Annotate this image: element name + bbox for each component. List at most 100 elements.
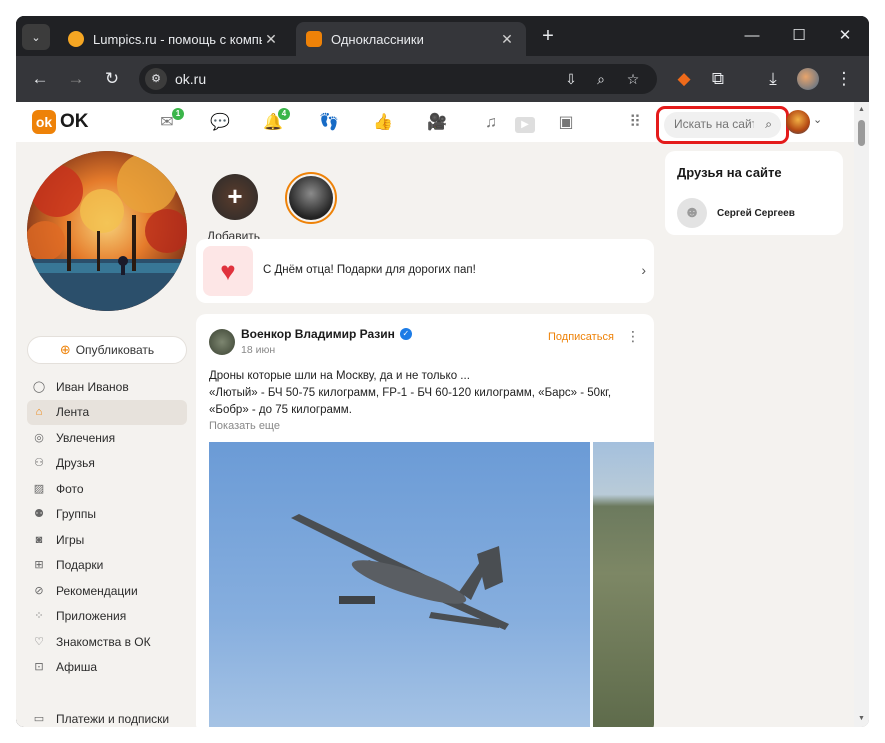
install-app-button[interactable]: ⇩	[561, 69, 581, 89]
close-window-button[interactable]: ✕	[825, 24, 865, 48]
bookmark-button[interactable]: ☆	[623, 69, 643, 89]
promo-banner[interactable]: ♥ С Днём отца! Подарки для дорогих пап! …	[196, 239, 654, 303]
feed-post: Военкор Владимир Разин ✓ 18 июн Подписат…	[196, 314, 654, 727]
post-date: 18 июн	[241, 344, 276, 356]
wallet-icon: ▭	[33, 712, 45, 725]
minimize-button[interactable]: —	[732, 24, 772, 48]
chat-icon: 💬	[210, 114, 230, 131]
add-story-button[interactable]: +	[212, 174, 258, 220]
gift-icon: ⊞	[34, 559, 44, 572]
minimize-icon: —	[744, 27, 760, 44]
subscribe-button[interactable]: Подписаться	[548, 331, 614, 343]
forward-button[interactable]: →	[64, 67, 88, 91]
scroll-up-icon[interactable]: ▲	[857, 105, 866, 115]
post-line: «Лютый» - БЧ 50-75 килограмм, FP-1 - БЧ …	[209, 387, 612, 399]
profile-button[interactable]	[797, 68, 821, 92]
autumn-painting-image	[27, 151, 187, 311]
sidebar-item-recommendations[interactable]: ⊘ Рекомендации	[27, 578, 187, 604]
sidebar-item-apps[interactable]: ⁘ Приложения	[27, 604, 187, 630]
new-tab-button[interactable]: +	[537, 25, 559, 47]
video-camera-icon: 🎥	[427, 114, 447, 131]
profile-picture[interactable]	[27, 151, 187, 311]
ok-logo-icon: ok	[32, 110, 56, 134]
scroll-thumb[interactable]	[858, 120, 865, 146]
chevron-down-icon[interactable]: ⌄	[813, 113, 822, 126]
sidebar-item-label: Друзья	[56, 456, 95, 471]
friend-row[interactable]: ☻ Сергей Сергеев	[677, 198, 795, 228]
close-tab-icon[interactable]: ✕	[498, 31, 516, 48]
sidebar-item-events[interactable]: ⊡ Афиша	[27, 655, 187, 681]
add-circle-icon: ⊕	[59, 342, 71, 357]
nav-video[interactable]: ▶	[514, 112, 536, 134]
tab-lumpics[interactable]: Lumpics.ru - помощь с компью ✕	[58, 22, 290, 56]
sidebar-item-friends[interactable]: ⚇ Друзья	[27, 451, 187, 477]
tab-odnoklassniki[interactable]: Одноклассники ✕	[296, 22, 526, 56]
music-note-icon: ♫	[485, 114, 497, 131]
nav-messages[interactable]: ✉ 1	[156, 108, 184, 134]
ok-favicon-icon	[306, 31, 322, 47]
menu-separator	[27, 680, 187, 706]
tab-search-button[interactable]: ⌄	[22, 24, 50, 50]
sidebar-item-label: Платежи и подписки	[56, 711, 170, 726]
nav-guests[interactable]: 👣	[318, 112, 340, 134]
post-line: «Бобр» - до 75 килограмм.	[209, 404, 352, 416]
sidebar-item-label: Группы	[56, 507, 96, 522]
sidebar-item-hobbies[interactable]: ◎ Увлечения	[27, 425, 187, 451]
sidebar-item-photos[interactable]: ▨ Фото	[27, 476, 187, 502]
sidebar-item-feed[interactable]: ⌂ Лента	[27, 399, 187, 425]
ok-page: ok OK ✉ 1 💬 🔔 4 👣 👍 🎥 ♫ ▶ ▣ ⠿ ⌕	[16, 102, 869, 727]
sidebar-item-gifts[interactable]: ⊞ Подарки	[27, 553, 187, 579]
friend-story[interactable]	[285, 172, 337, 224]
header-avatar[interactable]	[786, 110, 810, 134]
post-line: Дроны которые шли на Москву, да и не тол…	[209, 370, 470, 382]
sidebar-item-label: Фото	[56, 481, 84, 496]
downloads-button[interactable]: ⤓	[761, 67, 785, 91]
back-arrow-icon: ←	[31, 69, 49, 88]
search-box[interactable]: ⌕	[664, 112, 781, 138]
plus-icon: +	[542, 25, 554, 47]
site-info-button[interactable]: ⚙	[145, 68, 167, 90]
verified-icon: ✓	[399, 328, 412, 340]
hobby-icon: ◎	[34, 431, 44, 444]
sidebar-item-groups[interactable]: ⚉ Группы	[27, 502, 187, 528]
page-scrollbar[interactable]: ▲ ▼	[854, 102, 869, 727]
scroll-down-icon[interactable]: ▼	[857, 714, 866, 724]
nav-calendar[interactable]: ▣	[555, 112, 577, 134]
post-image-second[interactable]	[593, 442, 654, 727]
sidebar-item-dating[interactable]: ♡ Знакомства в ОК	[27, 629, 187, 655]
maximize-button[interactable]: ☐	[779, 24, 819, 48]
extensions-button[interactable]: ⧉	[706, 67, 730, 91]
nav-apps[interactable]: ⠿	[624, 112, 646, 134]
reload-button[interactable]: ↻	[100, 67, 124, 91]
sidebar-item-payments[interactable]: ▭ Платежи и подписки	[27, 706, 187, 727]
post-author-avatar[interactable]	[209, 329, 235, 355]
tune-icon: ⚙	[151, 73, 161, 85]
publish-button[interactable]: ⊕ Опубликовать	[27, 336, 187, 364]
reload-icon: ↻	[104, 69, 120, 88]
search-input[interactable]	[674, 117, 754, 131]
url-text[interactable]: ok.ru	[175, 71, 206, 87]
search-icon[interactable]: ⌕	[765, 117, 772, 132]
post-menu-icon[interactable]: ⋮	[626, 328, 640, 345]
play-icon: ▶	[515, 117, 535, 133]
nav-music[interactable]: ♫	[480, 112, 502, 134]
nav-notifications[interactable]: 🔔 4	[262, 108, 290, 134]
browser-menu-button[interactable]: ⋮	[832, 67, 856, 91]
sidebar-item-profile[interactable]: ◯ Иван Иванов	[27, 374, 187, 400]
close-tab-icon[interactable]: ✕	[262, 31, 280, 48]
friend-story-avatar	[289, 176, 333, 220]
address-bar[interactable]: ⚙ ok.ru ⇩ ⌕ ☆	[139, 64, 657, 94]
apps-icon: ⁘	[34, 610, 44, 623]
nav-marks[interactable]: 👍	[372, 112, 394, 134]
fox-extension-button[interactable]: ◆	[672, 67, 696, 91]
nav-discussions[interactable]: 💬	[209, 112, 231, 134]
post-image-drone[interactable]	[209, 442, 590, 727]
sidebar-item-games[interactable]: ◙ Игры	[27, 527, 187, 553]
back-button[interactable]: ←	[28, 67, 52, 91]
zoom-button[interactable]: ⌕	[591, 69, 611, 89]
post-author[interactable]: Военкор Владимир Разин ✓	[241, 327, 412, 341]
ok-logo[interactable]: ok OK	[32, 110, 89, 134]
nav-video-call[interactable]: 🎥	[426, 112, 448, 134]
heart-icon: ♡	[34, 635, 44, 648]
show-more-link[interactable]: Показать еще	[209, 420, 280, 432]
